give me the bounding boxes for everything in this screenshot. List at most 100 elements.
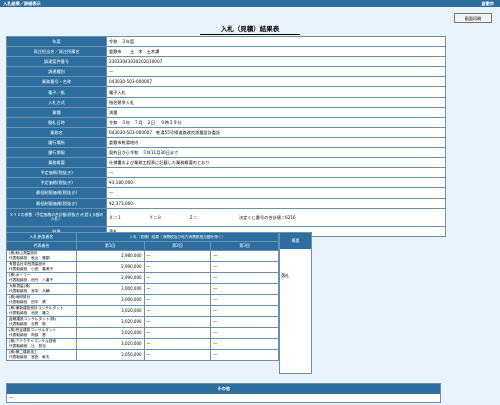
bidder-representative: 代表取締役 阿部 晋 <box>9 333 46 337</box>
detail-key: 予定価格(税抜き) <box>6 167 107 179</box>
detail-key: 調達種別 <box>6 66 107 78</box>
bid-amount-round1: 3,020,000 <box>75 327 145 339</box>
remarks-header: 摘要 <box>280 233 311 249</box>
detail-row: 業務名 043030-503-000007 乾湯55号線道路改良測量設計委託 <box>6 126 446 138</box>
bid-amount-round3: ― <box>210 338 279 350</box>
bidder-representative: 代表取締役 辻 哲也 <box>9 344 46 348</box>
formula-note: 決定くじ番号の合計値＝6216 <box>239 214 296 220</box>
detail-row: 開札日時 令和 ３年 ７月 ２日 ９時３９分 <box>6 116 446 128</box>
bid-amount-round3: ― <box>210 349 279 361</box>
round3-header: 第3回 <box>210 241 279 251</box>
bidder-cell: (株)秋山測量設計 代表取締役 秋山 雅嗣 <box>6 250 77 262</box>
bidder-representative: 代表取締役 秋山 雅嗣 <box>9 256 50 260</box>
bidder-cell: (株)ボーコー 代表取締役 田代 八重子 <box>6 272 77 284</box>
page-title: 入札（見積）結果表 <box>220 25 280 33</box>
detail-row: 予定価格(税抜き) ― <box>6 167 446 179</box>
detail-key: 予定価格(税抜き) <box>6 177 107 189</box>
bidder-representative: 代表取締役 宮本 大輔 <box>9 289 50 293</box>
title-underline <box>200 34 300 35</box>
detail-key: 入札方式 <box>6 96 107 108</box>
detail-value: 指名競争入札 <box>106 96 446 108</box>
bid-amount-round2: ― <box>143 305 212 317</box>
bid-amount-round3: ― <box>210 327 279 339</box>
detail-row: 発注担当名／発注所属名 倉敷市 土 木 土木課 <box>6 46 446 58</box>
detail-row: 業務番号・名称 043030-503-000007 <box>6 76 446 88</box>
bidder-representative: 代表取締役 田中 健 <box>9 300 46 304</box>
bidder-cell: (株)第二建設技工 代表取締役 宮田 幹夫 <box>6 349 77 361</box>
bid-amount-round3: ― <box>210 316 279 328</box>
formula-row: ＸＹＺの係数（予定価格の合計額(税抜き)を超える額の入札） Ｘ＝１ Ｙ＝８ Ｚ＝ 決定く… <box>6 207 446 227</box>
bid-amount-round3: ― <box>210 261 279 273</box>
bid-amount-round1: 3,020,000 <box>75 305 145 317</box>
detail-key: 業務概要 <box>6 157 107 169</box>
top-bar: 入札結果／詳細表示 倉敷市 <box>0 0 500 7</box>
bidder-row: (株)秋山測量設計 代表取締役 秋山 雅嗣 2,980,000 ― ― <box>6 250 279 262</box>
detail-value: 令和 ３年度 <box>106 35 446 48</box>
detail-value: ― <box>106 66 446 78</box>
detail-value: 23033043030202010007 <box>106 56 446 68</box>
bidder-row: (株)第二建設技工 代表取締役 宮田 幹夫 3,050,000 ― ― <box>6 349 279 361</box>
breadcrumb: 入札結果／詳細表示 <box>3 1 41 6</box>
bid-amount-round1: 2,990,000 <box>75 272 145 284</box>
detail-value: 電子入札 <box>106 86 446 98</box>
bid-amount-round2: ― <box>143 250 212 262</box>
bidder-header: 入札参加者名 <box>6 232 77 242</box>
remarks-value: 落札 <box>281 273 289 278</box>
bidder-cell: 大和測量(株) 代表取締役 宮本 大輔 <box>6 283 77 295</box>
detail-value: 倉敷市乾湯地内 <box>106 136 446 149</box>
amount-group-header: 入札（見積）結果（消費税及び地方消費税相当額を除く） <box>75 232 280 242</box>
bid-amount-round3: ― <box>210 294 279 306</box>
bidder-representative: 代表取締役 田代 八重子 <box>9 278 54 282</box>
bidder-row: 有限会社中西測量設計 代表取締役 小田 喜美子 2,990,000 ― ― <box>6 261 279 273</box>
detail-row: 調達種別 ― <box>6 66 446 78</box>
bidder-representative: 代表取締役 小田 喜美子 <box>9 267 54 271</box>
bidder-cell: (株)アテクチャコンサル技術 代表取締役 辻 哲也 <box>6 338 77 350</box>
formula-y: Ｙ＝８ <box>149 214 162 220</box>
organization-name: 倉敷市 <box>481 1 494 6</box>
detail-key: 履行場所 <box>6 136 107 149</box>
bidder-row: (株)東新建設設計コンサルタント 代表取締役 池田 隆之 3,020,000 ― ― <box>6 305 279 317</box>
bid-amount-round2: ― <box>143 316 212 328</box>
detail-row: 履行期限 契約日から令和 ３年11月30日まで <box>6 147 446 159</box>
bid-amount-round1: 2,990,000 <box>75 261 145 273</box>
detail-value: 契約日から令和 ３年11月30日まで <box>106 147 446 159</box>
other-header: その他 <box>7 384 440 394</box>
formula-x: Ｘ＝１ <box>109 214 122 220</box>
detail-key: 業種 <box>6 106 107 118</box>
rep-header: 代表者名 <box>6 241 77 251</box>
other-body: ― <box>9 395 14 400</box>
detail-row: 業務概要 仕様書および業務工程表に記載した業務概要のとおり <box>6 157 446 169</box>
bidder-cell: (株)東新建設設計コンサルタント 代表取締役 池田 隆之 <box>6 305 77 317</box>
detail-row: 調達案件番号 23033043030202010007 <box>6 56 446 68</box>
detail-key: 電子／紙 <box>6 86 107 98</box>
other-section: その他 ― <box>6 383 441 403</box>
detail-value: ¥2,373,000- <box>106 197 446 209</box>
detail-row: 最低制限価格(税抜き) ― <box>6 187 446 199</box>
bid-amount-round2: ― <box>143 349 212 361</box>
print-button[interactable]: 画面印刷 <box>454 13 492 23</box>
detail-value: ¥3,180,000- <box>106 177 446 189</box>
detail-key: 業務番号・名称 <box>6 76 107 88</box>
bidder-cell: 倉敷建設コンサルタント(株) 代表取締役 吉野 毅 <box>6 316 77 328</box>
detail-row: 履行場所 倉敷市乾湯地内 <box>6 136 446 149</box>
bid-amount-round2: ― <box>143 283 212 295</box>
remarks-column: 摘要 落札 <box>279 232 312 374</box>
bidder-row: 倉敷建設コンサルタント(株) 代表取締役 吉野 毅 3,020,000 ― ― <box>6 316 279 328</box>
detail-row: 年度 令和 ３年度 <box>6 35 446 48</box>
detail-key: 履行期限 <box>6 147 107 159</box>
detail-value: 043030-503-000007 乾湯55号線道路改良測量設計委託 <box>106 126 446 138</box>
bidder-row: (株)アテクチャコンサル技術 代表取締役 辻 哲也 3,020,000 ― ― <box>6 338 279 350</box>
bid-amount-round1: 3,020,000 <box>75 338 145 350</box>
bid-amount-round3: ― <box>210 305 279 317</box>
detail-value: 測量 <box>106 106 446 118</box>
bid-amount-round3: ― <box>210 272 279 284</box>
detail-table: 年度 令和 ３年度 発注担当名／発注所属名 倉敷市 土 木 土木課 調達案件番号 2303… <box>6 35 446 237</box>
bid-amount-round2: ― <box>143 338 212 350</box>
detail-row: 電子／紙 電子入札 <box>6 86 446 98</box>
detail-value: ― <box>106 187 446 199</box>
detail-key: 最低制限価格(税抜き) <box>6 187 107 199</box>
detail-value: 倉敷市 土 木 土木課 <box>106 46 446 58</box>
detail-value: 043030-503-000007 <box>106 76 446 88</box>
detail-value: 仕様書および業務工程表に記載した業務概要のとおり <box>106 157 446 169</box>
bidder-cell: (株)荒谷建設コンサルタント 代表取締役 阿部 晋 <box>6 327 77 339</box>
